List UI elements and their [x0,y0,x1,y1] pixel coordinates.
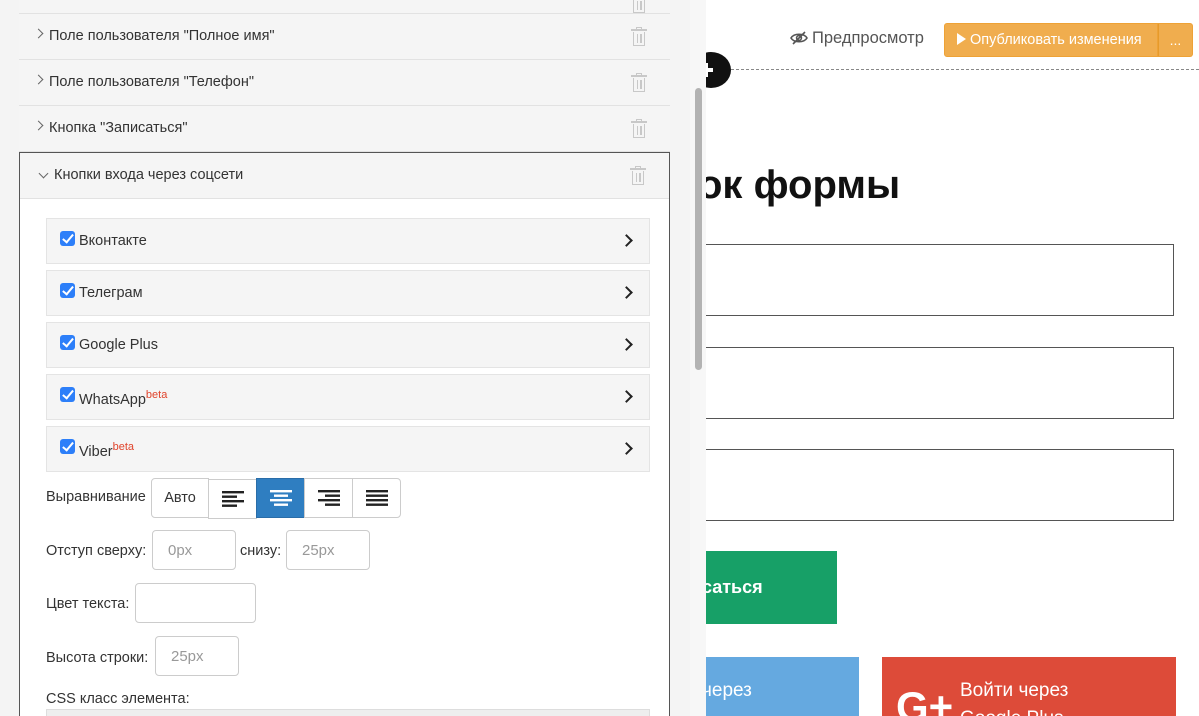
beta-badge: beta [112,441,135,453]
social-item-label: WhatsAppbeta [79,389,168,408]
social-item-label: Viberbeta [79,441,135,460]
chevron-right-icon[interactable] [620,286,633,299]
social-item-viber[interactable]: Viberbeta [46,426,650,472]
trash-icon[interactable] [630,166,646,185]
publish-label: Опубликовать изменения [970,32,1142,48]
align-center-button[interactable] [256,478,305,518]
publish-button[interactable]: Опубликовать изменения [944,23,1158,57]
social-item-telegram[interactable]: Телеграм [46,270,650,316]
chevron-down-icon [38,168,49,179]
accordion-item-label: Кнопки входа через соцсети [54,167,244,183]
accordion-item-social-login[interactable]: Кнопки входа через соцсети [20,153,669,199]
chevron-right-icon [33,74,44,85]
css-class-label: CSS класс элемента: [46,691,190,707]
align-justify-button[interactable] [352,478,401,518]
text-color-input[interactable] [135,583,256,623]
eye-slash-icon [790,31,808,50]
align-right-button[interactable] [304,478,353,518]
preview-input-3[interactable] [706,449,1174,521]
accordion-item-label: Кнопка "Записаться" [49,120,188,136]
align-center-icon [269,490,292,506]
margin-bottom-input[interactable] [286,530,370,570]
checkbox-viber[interactable] [60,439,75,454]
preview-gplus-label-2: Google Plus [960,708,1064,716]
accordion-item-signup-button[interactable]: Кнопка "Записаться" [19,106,670,152]
checkbox-vk[interactable] [60,231,75,246]
preview-vk-label: через [706,680,752,701]
chevron-right-icon [33,28,44,39]
align-right-icon [317,490,340,506]
social-item-whatsapp[interactable]: WhatsAppbeta [46,374,650,420]
align-left-icon [221,491,244,507]
chevron-right-icon[interactable] [620,234,633,247]
scrollbar-thumb[interactable] [695,88,702,370]
social-item-label: Вконтакте [79,233,147,249]
line-height-label: Высота строки: [46,650,149,666]
social-item-label: Google Plus [79,337,158,353]
align-justify-icon [365,490,388,506]
trash-icon[interactable] [631,73,647,92]
accordion-item-label: Поле пользователя "Полное имя" [49,28,275,44]
chevron-right-icon[interactable] [620,338,633,351]
preview-input-1[interactable] [706,244,1174,316]
accordion-item-label: Поле пользователя "Телефон" [49,74,255,90]
editor-panel: Поле пользователя "Полное имя" Поле поль… [0,0,690,716]
chevron-right-icon[interactable] [620,442,633,455]
checkbox-whatsapp[interactable] [60,387,75,402]
margin-bottom-label: снизу: [240,543,282,559]
preview-input-2[interactable] [706,347,1174,419]
social-item-label: Телеграм [79,285,143,301]
margin-top-input[interactable] [152,530,236,570]
social-item-google-plus[interactable]: Google Plus [46,322,650,368]
trash-icon[interactable] [631,27,647,46]
preview-submit-button[interactable]: саться [706,551,837,624]
play-icon [957,33,966,45]
accordion-panel-social-login: Кнопки входа через соцсети Вконтакте Тел… [19,152,670,716]
preview-gplus-button[interactable]: G+ Войти через Google Plus [882,657,1176,716]
form-title: ок формы [706,163,901,207]
checkbox-google-plus[interactable] [60,335,75,350]
beta-badge: beta [145,389,168,401]
trash-icon[interactable] [631,119,647,138]
accordion-item-fullname[interactable]: Поле пользователя "Полное имя" [19,14,670,60]
app-root: Поле пользователя "Полное имя" Поле поль… [0,0,1199,716]
accordion-item-hidden[interactable] [19,0,670,14]
chevron-right-icon [33,120,44,131]
checkbox-telegram[interactable] [60,283,75,298]
alignment-label: Выравнивание [46,489,146,505]
accordion-item-phone[interactable]: Поле пользователя "Телефон" [19,60,670,106]
section-divider [706,69,1199,70]
align-left-button[interactable] [208,479,257,519]
preview-vk-button[interactable]: через [706,657,859,716]
line-height-input[interactable] [155,636,239,676]
google-plus-icon: G+ [896,683,954,716]
chevron-right-icon[interactable] [620,390,633,403]
preview-link[interactable]: Предпросмотр [790,29,924,50]
preview-label: Предпросмотр [812,29,924,47]
margin-top-label: Отступ сверху: [46,543,147,559]
align-auto-button[interactable]: Авто [151,478,209,518]
add-block-icon[interactable] [706,52,731,88]
preview-area: Предпросмотр Опубликовать изменения ... … [706,0,1199,716]
preview-gplus-label: Войти через [960,680,1069,701]
text-color-label: Цвет текста: [46,596,130,612]
css-class-input[interactable] [46,709,650,716]
social-item-vk[interactable]: Вконтакте [46,218,650,264]
more-button[interactable]: ... [1158,23,1193,57]
trash-icon[interactable] [632,0,646,13]
